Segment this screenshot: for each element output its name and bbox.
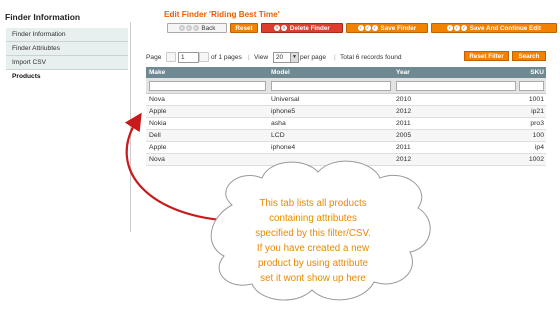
- callout-line: set it wont show up here: [260, 273, 366, 284]
- callout-line: specified by this filter/CSV.: [255, 228, 371, 239]
- callout-text: This tab lists all products containing a…: [218, 196, 408, 286]
- callout-line: product by using attribute: [257, 258, 368, 269]
- callout-line: If you have created a new: [256, 243, 370, 254]
- callout-line: This tab lists all products: [259, 198, 367, 209]
- callout-line: containing attributes: [269, 213, 357, 224]
